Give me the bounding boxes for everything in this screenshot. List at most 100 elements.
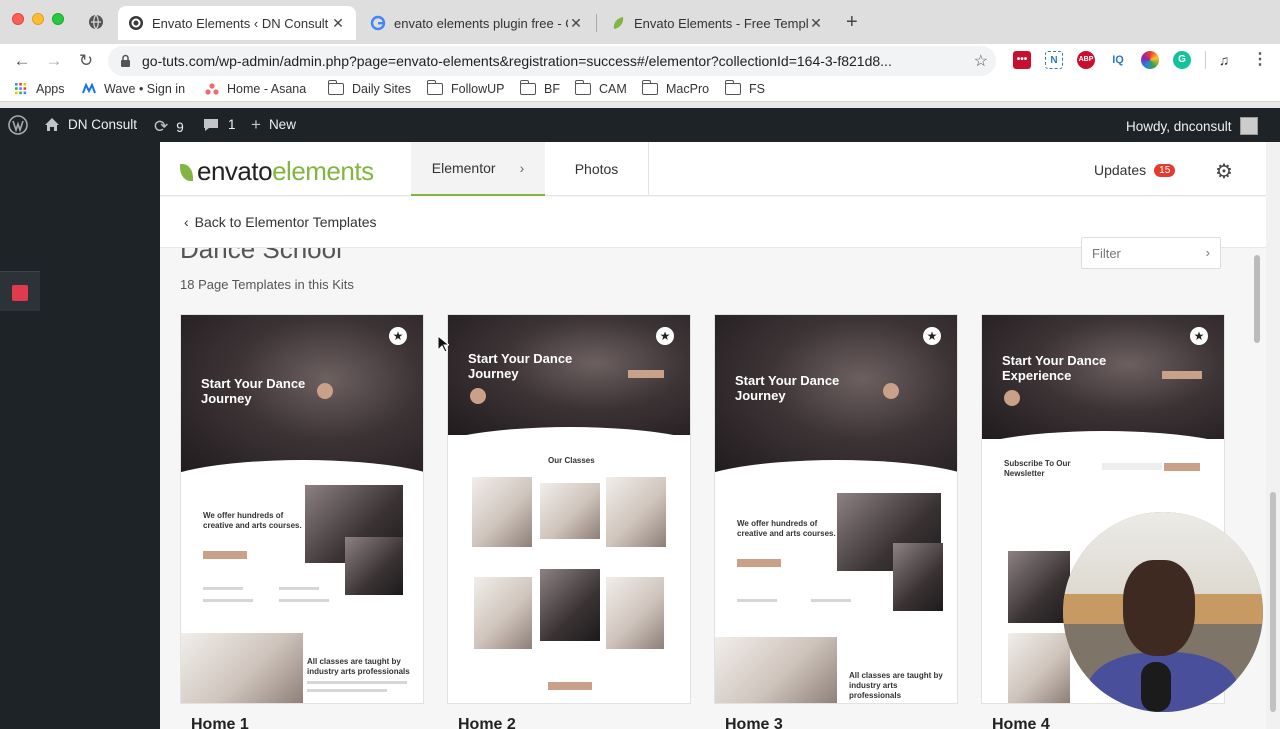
preview-text-line [279, 587, 319, 590]
envato-leaf-favicon-icon [613, 17, 624, 29]
apps-grid-icon [15, 83, 27, 95]
preview-text-line [203, 587, 243, 590]
preview-text-line [203, 599, 253, 602]
iq-extension-icon[interactable]: IQ [1109, 51, 1127, 69]
google-favicon-icon [370, 15, 386, 31]
favorite-star-icon[interactable]: ★ [389, 327, 407, 345]
preview-button [1162, 371, 1202, 379]
folder-icon [519, 80, 536, 95]
bookmark-folder-followup[interactable]: FollowUP [426, 80, 505, 96]
new-tab-button[interactable]: + [846, 11, 858, 34]
preview-text-line [279, 599, 329, 602]
close-tab-icon[interactable]: ✕ [808, 15, 824, 32]
back-link-label: Back to Elementor Templates [194, 214, 377, 230]
favorite-star-icon[interactable]: ★ [656, 327, 674, 345]
maximize-window-button[interactable] [52, 13, 64, 25]
template-card-home-1[interactable]: ★ Start Your Dance Journey We offer hund… [180, 314, 424, 704]
toolbar-divider [1205, 51, 1206, 69]
scroll-thumb[interactable] [1270, 492, 1276, 712]
template-card-home-2[interactable]: ★ Start Your Dance Journey Our Classes [447, 314, 691, 704]
bookmark-label: Daily Sites [352, 82, 412, 96]
preview-play-button [883, 383, 899, 399]
back-arrow-icon[interactable]: ← [11, 50, 33, 72]
chevron-right-icon: › [519, 160, 525, 176]
template-name[interactable]: Home 1 [191, 716, 249, 729]
close-tab-icon[interactable]: ✕ [330, 15, 346, 32]
gear-icon[interactable]: ⚙ [1215, 159, 1233, 184]
bookmark-folder-macpro[interactable]: MacPro [641, 80, 709, 96]
preview-button [203, 551, 247, 559]
tab-elementor[interactable]: Elementor › [411, 142, 545, 196]
page-scrollbar[interactable] [1266, 142, 1280, 729]
preview-hero-title: Start Your Dance Experience [1002, 353, 1107, 383]
favorite-star-icon[interactable]: ★ [1190, 327, 1208, 345]
account-menu[interactable]: Howdy, dnconsult [1126, 117, 1258, 135]
bookmark-label: Home - Asana [227, 82, 307, 96]
preview-photo [181, 633, 303, 703]
chrome-menu-icon[interactable]: ⋮ [1251, 51, 1269, 69]
comments-link[interactable]: 1 [203, 117, 236, 132]
close-window-button[interactable] [12, 13, 24, 25]
preview-text-line [737, 599, 777, 602]
site-name-link[interactable]: DN Consult [44, 117, 137, 132]
bookmark-wave[interactable]: Wave • Sign in [82, 82, 185, 96]
bookmark-label: Apps [36, 82, 65, 96]
tab-google-search[interactable]: envato elements plugin free - G ✕ [360, 6, 594, 40]
folder-icon [724, 80, 741, 95]
bookmark-label: BF [544, 82, 560, 96]
preview-text-line [307, 681, 407, 684]
preview-section-title: We offer hundreds of creative and arts c… [737, 519, 836, 538]
kit-count: 18 Page Templates in this Kits [180, 277, 354, 292]
reload-icon[interactable]: ↻ [75, 50, 97, 72]
bookmark-folder-cam[interactable]: CAM [574, 80, 627, 96]
envato-menu-item[interactable] [0, 271, 40, 311]
url-text: go-tuts.com/wp-admin/admin.php?page=enva… [142, 53, 892, 69]
updates-count: 9 [176, 119, 184, 135]
mouse-cursor-icon [437, 335, 449, 353]
preview-section-title: Our Classes [548, 456, 595, 465]
bookmark-folder-bf[interactable]: BF [519, 80, 560, 96]
updates-button[interactable]: Updates 15 [1094, 162, 1176, 178]
close-tab-icon[interactable]: ✕ [568, 15, 584, 32]
grammarly-extension-icon[interactable]: G [1173, 51, 1191, 69]
filter-label: Filter [1092, 246, 1121, 261]
template-name[interactable]: Home 4 [992, 716, 1050, 729]
template-name[interactable]: Home 2 [458, 716, 516, 729]
bookmark-folder-fs[interactable]: FS [724, 80, 765, 96]
preview-button [1164, 463, 1200, 471]
template-card-home-3[interactable]: ★ Start Your Dance Journey We offer hund… [714, 314, 958, 704]
favorite-star-icon[interactable]: ★ [923, 327, 941, 345]
tab-envato-elements[interactable]: Envato Elements ‹ DN Consult ✕ [118, 6, 356, 40]
notion-extension-icon[interactable]: N [1045, 51, 1063, 69]
globe-icon[interactable] [88, 14, 104, 30]
tab-title: Envato Elements - Free Templa [634, 15, 808, 31]
inner-scrollbar[interactable] [1254, 255, 1260, 343]
bookmark-folder-daily-sites[interactable]: Daily Sites [327, 80, 412, 96]
tab-envato-templates[interactable]: Envato Elements - Free Templa ✕ [600, 6, 834, 40]
forward-arrow-icon[interactable]: → [43, 50, 65, 72]
preview-photo [1008, 633, 1070, 703]
new-content-link[interactable]: + New [251, 116, 296, 133]
lastpass-extension-icon[interactable]: ••• [1013, 51, 1031, 69]
color-picker-extension-icon[interactable] [1141, 51, 1159, 69]
address-bar[interactable]: go-tuts.com/wp-admin/admin.php?page=enva… [108, 46, 996, 76]
profile-extension-icon[interactable]: ♫ [1215, 51, 1233, 69]
template-name[interactable]: Home 3 [725, 716, 783, 729]
bookmark-asana[interactable]: Home - Asana [205, 82, 306, 96]
preview-play-button [1004, 390, 1020, 406]
preview-section-title: Subscribe To Our Newsletter [1004, 459, 1071, 478]
bookmark-label: FollowUP [451, 82, 505, 96]
envato-leaf-icon [180, 164, 193, 181]
bookmark-star-icon[interactable]: ☆ [974, 51, 988, 71]
logo-text-envato: envato [197, 156, 273, 186]
wordpress-logo-icon[interactable] [8, 115, 28, 135]
filter-dropdown[interactable]: Filter › [1081, 237, 1221, 269]
back-to-templates-link[interactable]: ‹ Back to Elementor Templates [184, 214, 377, 230]
minimize-window-button[interactable] [32, 13, 44, 25]
adblock-extension-icon[interactable]: ABP [1077, 51, 1095, 69]
tab-photos[interactable]: Photos [545, 142, 649, 196]
bookmark-apps[interactable]: Apps [14, 82, 65, 96]
preview-photo [606, 577, 664, 649]
home-icon [45, 118, 59, 131]
updates-link[interactable]: ⟳ 9 [154, 117, 184, 137]
